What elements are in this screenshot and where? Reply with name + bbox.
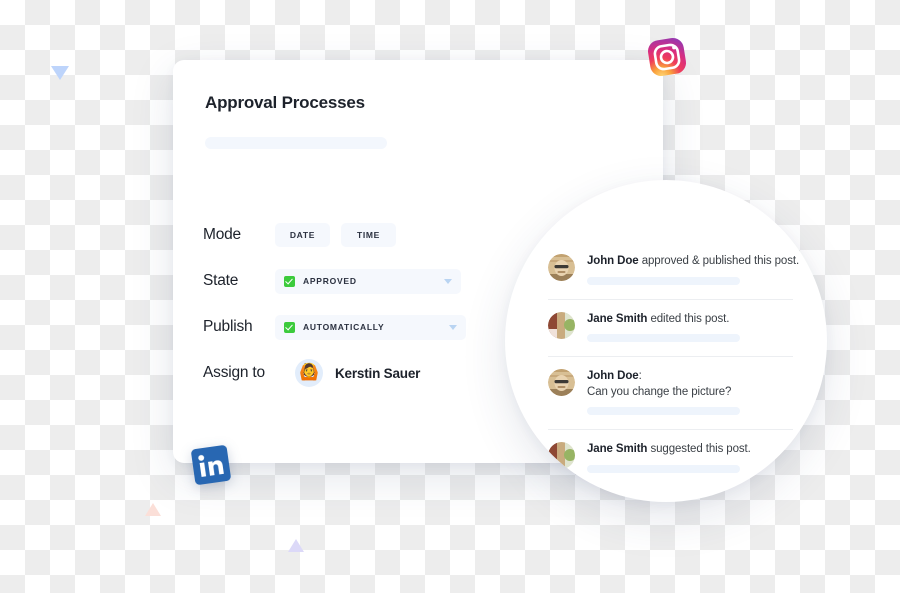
decorative-triangle-pink [145,503,161,516]
instagram-icon[interactable] [644,34,690,80]
activity-comment: Can you change the picture? [587,385,732,398]
jane-smith-avatar [548,311,575,339]
activity-text: Jane Smith edited this post. [587,312,793,328]
assign-to-label: Assign to [203,364,265,381]
chevron-down-icon [444,279,452,284]
decorative-triangle-blue [51,66,69,80]
list-item[interactable]: John Doe: Can you change the picture? [548,356,793,429]
publish-select[interactable]: AUTOMATICALLY [275,314,466,340]
activity-action: : [638,370,642,383]
activity-action: suggested this post. [647,443,751,456]
activity-text: Jane Smith suggested this post. [587,442,793,458]
jane-smith-avatar [548,442,575,470]
page-title: Approval Processes [205,93,365,112]
list-item[interactable]: John Doe approved & published this post. [548,242,799,299]
john-doe-avatar [548,254,575,281]
mode-label: Mode [203,226,241,243]
mode-option-date[interactable]: DATE [275,223,330,247]
assignee-name: Kerstin Sauer [335,365,421,381]
activity-text: John Doe: [587,369,793,385]
activity-feed-panel: John Doe approved & published this post. [505,180,827,502]
list-item[interactable]: Jane Smith edited this post. [548,298,793,357]
activity-author: John Doe [587,370,639,383]
avatar: 🙆 [295,359,323,387]
state-checkbox-icon [284,275,295,287]
publish-label: Publish [203,318,253,335]
activity-action: approved & published this post. [638,255,800,267]
state-label: State [203,272,239,289]
activity-author: Jane Smith [587,443,648,456]
activity-action: edited this post. [647,312,730,325]
activity-body: Jane Smith edited this post. [587,311,793,343]
state-selected-value: APPROVED [303,276,357,286]
activity-author: John Doe [587,255,639,267]
activity-skeleton-placeholder [587,334,740,343]
linkedin-icon[interactable] [190,444,233,487]
activity-text: John Doe approved & published this post. [587,254,799,270]
john-doe-avatar [548,369,575,397]
list-item[interactable]: Jane Smith suggested this post. [548,429,793,487]
assignee-selector[interactable]: 🙆 Kerstin Sauer [295,359,420,387]
activity-skeleton-placeholder [587,464,740,473]
activity-skeleton-placeholder [587,276,740,285]
activity-body: Jane Smith suggested this post. [587,441,793,473]
activity-skeleton-placeholder [587,407,740,416]
decorative-triangle-purple [288,539,304,552]
activity-body: John Doe: Can you change the picture? [587,368,793,416]
activity-author: Jane Smith [587,312,648,325]
publish-selected-value: AUTOMATICALLY [303,322,385,332]
publish-checkbox-icon [284,321,295,333]
activity-feed-list: John Doe approved & published this post. [548,242,799,487]
mode-option-time[interactable]: TIME [341,223,396,247]
activity-body: John Doe approved & published this post. [587,253,799,285]
title-skeleton-placeholder [205,137,387,149]
chevron-down-icon [449,325,457,330]
state-select[interactable]: APPROVED [275,268,461,294]
